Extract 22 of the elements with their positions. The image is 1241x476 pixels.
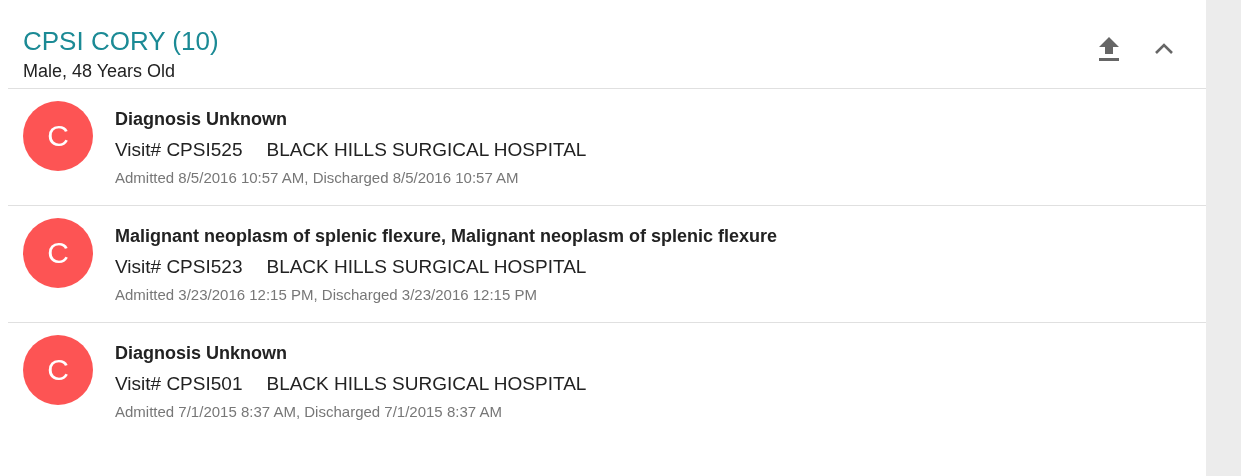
avatar: C [23,335,93,405]
visit-item[interactable]: C Diagnosis Unknown Visit# CPSI501 BLACK HILLS SURGICAL HOSPITAL Admitted 7/1/2015 8:37 AM, Discharged 7/1/2015 8:37 AM [8,323,1206,440]
chevron-up-icon [1154,43,1174,55]
visit-item[interactable]: C Diagnosis Unknown Visit# CPSI525 BLACK HILLS SURGICAL HOSPITAL Admitted 8/5/2016 10:57 AM, Discharged 8/5/2016 10:57 AM [8,89,1206,206]
visit-dates: Admitted 3/23/2016 12:15 PM, Discharged 3/23/2016 12:15 PM [115,286,538,303]
visit-item[interactable]: C Malignant neoplasm of splenic flexure, Malignant neoplasm of splenic flexure Visit# CPSI523 BLACK HILLS SURGICAL HOSPITAL Admitted 3/23/2016 12:15 PM, Discharged 3/23/2016 12:15 PM [8,206,1206,323]
diagnosis: Malignant neoplasm of splenic flexure, Malignant neoplasm of splenic flexure [115,225,778,247]
visit-dates: Admitted 8/5/2016 10:57 AM, Discharged 8/5/2016 10:57 AM [115,169,520,186]
visit-number: Visit# CPSI523 [115,256,243,278]
hospital-name: BLACK HILLS SURGICAL HOSPITAL [266,373,587,395]
patient-name: CPSI CORY (10) [23,24,220,57]
avatar: C [23,218,93,288]
avatar: C [23,101,93,171]
visit-number: Visit# CPSI525 [115,139,243,161]
upload-icon [1098,36,1120,62]
visit-number: Visit# CPSI501 [115,373,243,395]
hospital-name: BLACK HILLS SURGICAL HOSPITAL [266,139,587,161]
hospital-name: BLACK HILLS SURGICAL HOSPITAL [266,256,587,278]
diagnosis: Diagnosis Unknown [115,342,288,364]
visit-dates: Admitted 7/1/2015 8:37 AM, Discharged 7/1/2015 8:37 AM [115,403,503,420]
diagnosis: Diagnosis Unknown [115,108,288,130]
patient-details: Male, 48 Years Old [23,60,177,82]
